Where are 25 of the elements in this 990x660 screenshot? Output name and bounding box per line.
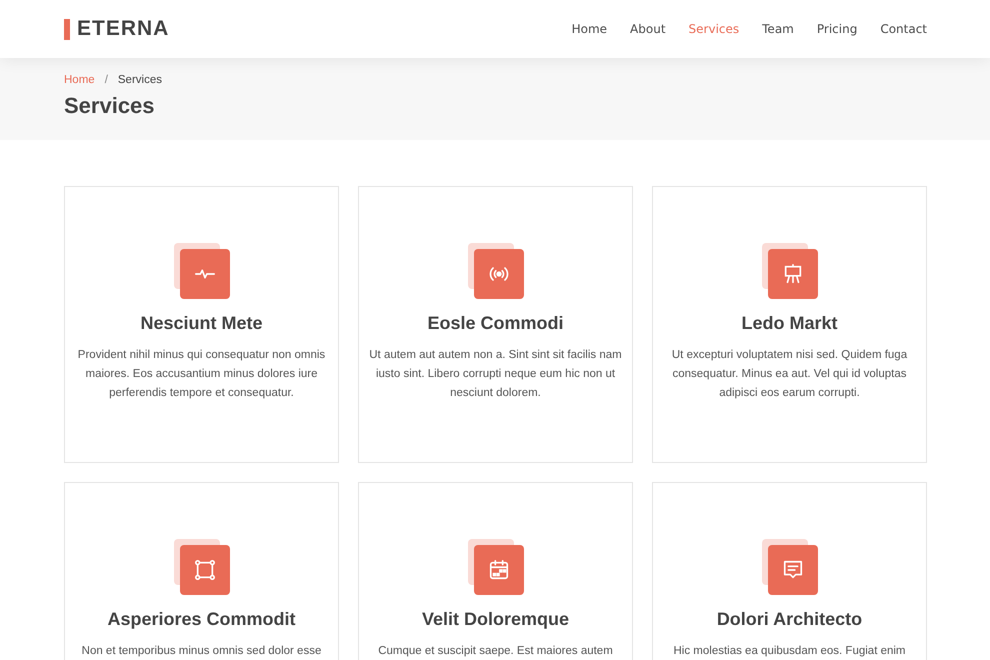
logo-text[interactable]: ETERNA [77,17,170,41]
service-description: Hic molestias ea quibusdam eos. Fugiat enim [673,644,906,659]
service-title[interactable]: Eosle Commodi [427,313,564,334]
service-description: Non et temporibus minus omnis sed dolor esse [82,644,322,659]
nav-link[interactable]: Contact [880,22,927,36]
service-title[interactable]: Asperiores Commodit [107,609,296,630]
service-description: Provident nihil minus qui consequatur non omnis maiores. Eos accusantium minus dolores iure perferendis tempore et consequatur. [76,348,326,401]
service-description: Ut autem aut autem non a. Sint sint sit facilis nam iusto sint. Libero corrupti neque eum hic non ut nesciunt dolorem. [369,348,622,401]
page-title: Services [64,93,156,119]
nav-link[interactable]: Team [762,22,794,36]
breadcrumb-current: Services [118,74,162,86]
service-description: Ut excepturi voluptatem nisi sed. Quidem fuga consequatur. Minus ea aut. Vel qui id voluptas adipisci eos earum corrupti. [670,348,908,401]
service-title[interactable]: Velit Doloremque [422,609,570,630]
calendar-icon [488,559,510,581]
nav-link[interactable]: About [630,22,666,36]
logo-mark-icon [64,18,70,40]
service-description: Cumque et suscipit saepe. Est maiores autem [378,644,613,659]
bounding-box-icon [194,559,216,581]
service-title[interactable]: Nesciunt Mete [140,313,263,334]
breadcrumb-separator: / [104,74,108,86]
service-title[interactable]: Dolori Architecto [716,609,862,630]
service-title[interactable]: Ledo Markt [741,313,838,334]
nav-link[interactable]: Home [572,22,608,36]
nav-link[interactable]: Pricing [816,22,858,36]
chat-icon [782,559,804,581]
